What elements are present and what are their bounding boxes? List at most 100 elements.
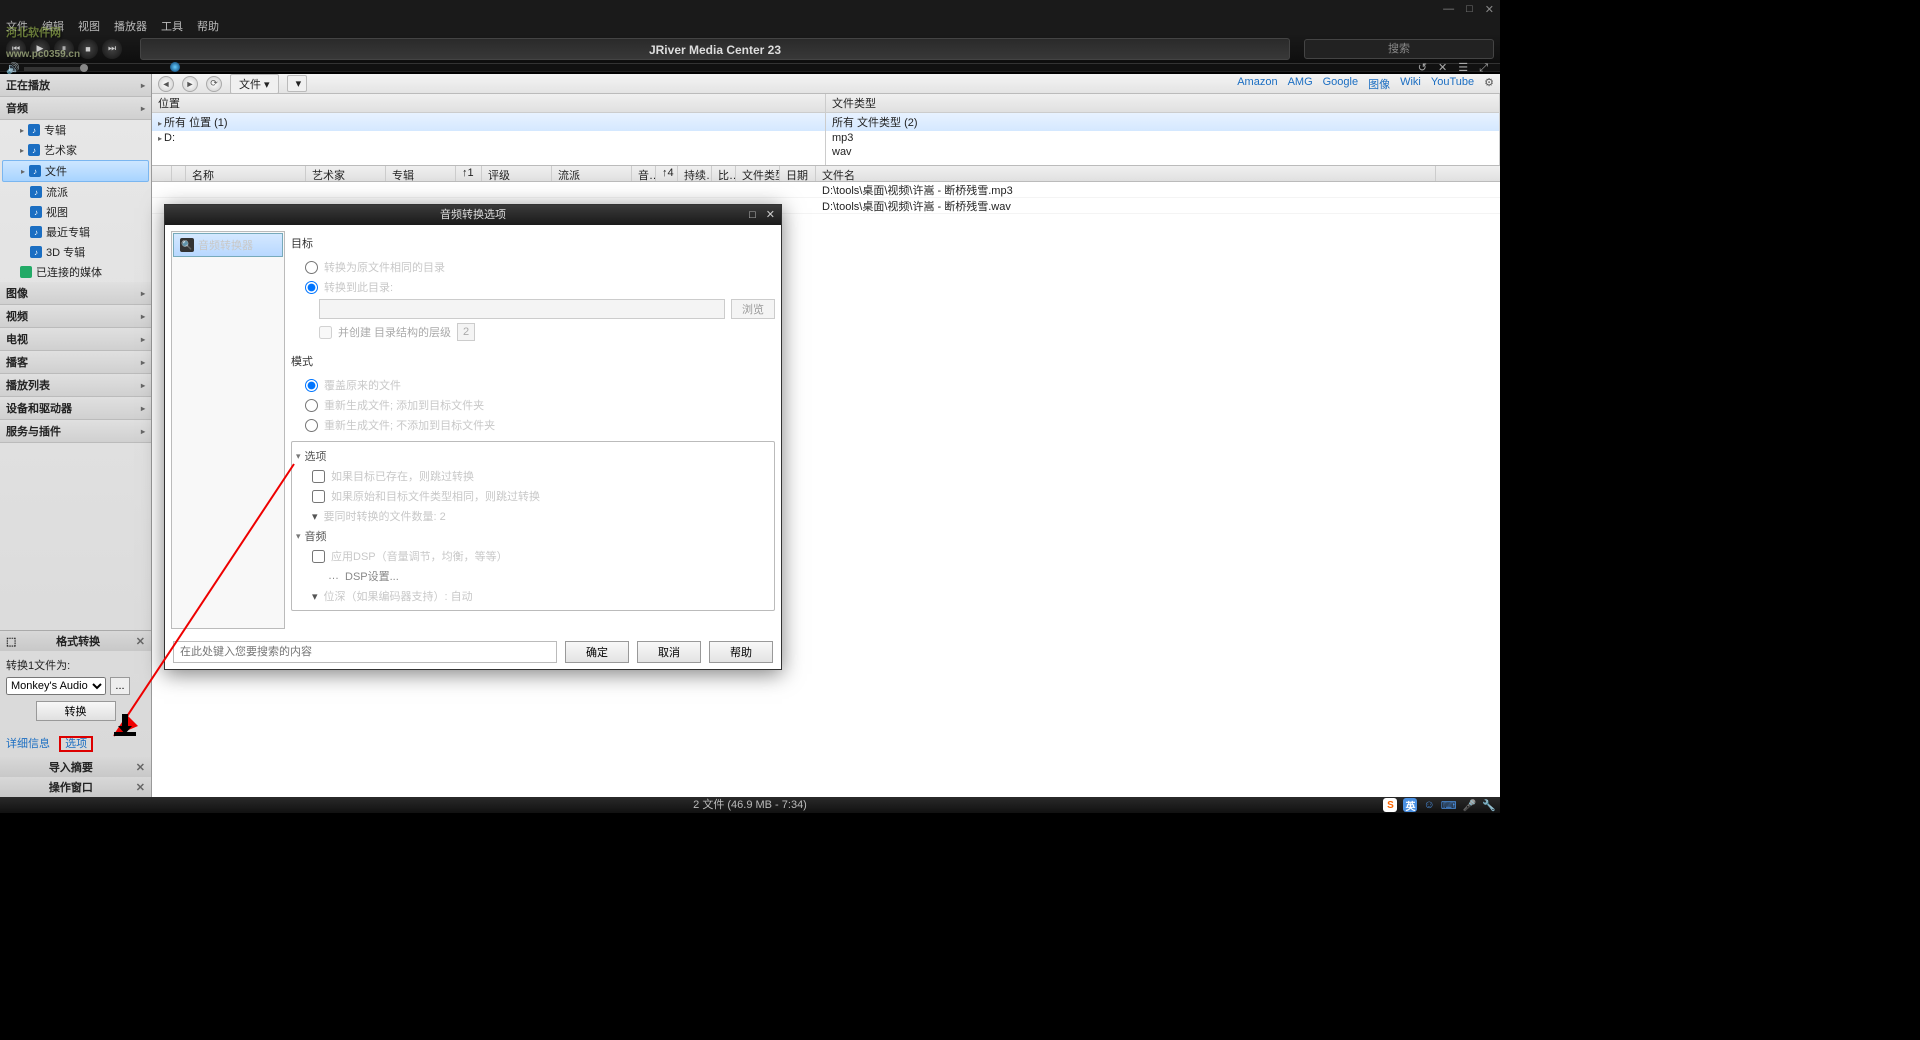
close-icon[interactable]: ✕ (136, 635, 145, 648)
sidebar-item-connected[interactable]: 已连接的媒体 (0, 262, 151, 282)
help-button[interactable]: 帮助 (709, 641, 773, 663)
audio-header[interactable]: ▾音频 (296, 526, 770, 546)
browse-button[interactable]: 浏览 (731, 299, 775, 319)
filter-row[interactable]: 所有 文件类型 (2) (826, 113, 1499, 131)
grid-col-header[interactable]: 比… (712, 166, 736, 181)
filter-filetype-header[interactable]: 文件类型 (826, 94, 1499, 113)
seek-handle[interactable] (170, 62, 180, 72)
grid-col-header[interactable]: ↑4 (656, 166, 678, 181)
table-row[interactable]: D:\tools\桌面\视频\许嵩 - 断桥残雪.mp3 (152, 182, 1500, 198)
menu-view[interactable]: 视图 (78, 18, 100, 34)
link-image[interactable]: 图像 (1368, 76, 1390, 92)
ime-emoji-icon[interactable]: ☺ (1423, 799, 1434, 811)
player-next-button[interactable]: ⏭ (102, 39, 122, 59)
sidebar-item-genre[interactable]: ♪流派 (0, 182, 151, 202)
link-amazon[interactable]: Amazon (1237, 76, 1277, 92)
radio-mode-overwrite[interactable]: 覆盖原来的文件 (291, 375, 775, 395)
sogou-ime-icon[interactable]: S (1383, 798, 1397, 812)
dialog-close-icon[interactable]: ✕ (766, 205, 775, 225)
sidebar-cat-playlist[interactable]: 播放列表▸ (0, 374, 151, 397)
grid-col-header[interactable]: 音… (632, 166, 656, 181)
menu-player[interactable]: 播放器 (114, 18, 147, 34)
sidebar-cat-tv[interactable]: 电视▸ (0, 328, 151, 351)
sidebar-item-artist[interactable]: ▸♪艺术家 (0, 140, 151, 160)
sidebar-item-view[interactable]: ♪视图 (0, 202, 151, 222)
nav-refresh-button[interactable]: ⟳ (206, 76, 222, 92)
link-wiki[interactable]: Wiki (1400, 76, 1421, 92)
sidebar-cat-devices[interactable]: 设备和驱动器▸ (0, 397, 151, 420)
opt-bitdepth[interactable]: ▾位深（如果编码器支持）: 自动 (296, 586, 770, 606)
convert-button[interactable]: 转换 (36, 701, 116, 721)
opt-skip-same[interactable]: 如果原始和目标文件类型相同，则跳过转换 (296, 486, 770, 506)
radio-mode-gen-noadd[interactable]: 重新生成文件; 不添加到目标文件夹 (291, 415, 775, 435)
opt-dsp-settings[interactable]: …DSP设置... (296, 566, 770, 586)
link-amg[interactable]: AMG (1288, 76, 1313, 92)
player-pause-button[interactable]: ⏸ (54, 39, 74, 59)
nav-fwd-button[interactable]: ► (182, 76, 198, 92)
sidebar-item-recent[interactable]: ♪最近专辑 (0, 222, 151, 242)
window-close[interactable]: ✕ (1485, 3, 1494, 16)
radio-mode-gen-add[interactable]: 重新生成文件; 添加到目标文件夹 (291, 395, 775, 415)
grid-col-header[interactable]: 文件名 (816, 166, 1436, 181)
sidebar-cat-podcast[interactable]: 播客▸ (0, 351, 151, 374)
dialog-max-icon[interactable]: □ (749, 205, 756, 225)
encoder-browse-button[interactable]: ... (110, 677, 130, 695)
link-youtube[interactable]: YouTube (1431, 76, 1474, 92)
window-minimize[interactable]: — (1443, 3, 1454, 16)
sidebar-cat-audio[interactable]: 音频▸ (0, 97, 151, 120)
ime-settings-icon[interactable]: 🔧 (1482, 799, 1496, 812)
window-maximize[interactable]: □ (1466, 3, 1473, 16)
player-prev-button[interactable]: ⏮ (6, 39, 26, 59)
radio-target-same[interactable]: 转换为原文件相同的目录 (291, 257, 775, 277)
sidebar-cat-nowplaying[interactable]: 正在播放▸ (0, 74, 151, 97)
grid-col-header[interactable] (152, 166, 172, 181)
opt-apply-dsp[interactable]: 应用DSP（音量调节，均衡，等等） (296, 546, 770, 566)
seek-mode-icons[interactable]: ↺ ✕ ☰ ⤢ (1418, 61, 1492, 75)
grid-col-header[interactable]: 日期 (780, 166, 816, 181)
menu-file[interactable]: 文件 (6, 18, 28, 34)
grid-col-header[interactable]: 流派 (552, 166, 632, 181)
sidebar-cat-image[interactable]: 图像▸ (0, 282, 151, 305)
ok-button[interactable]: 确定 (565, 641, 629, 663)
global-search-input[interactable]: 搜索 (1304, 39, 1494, 59)
menu-tools[interactable]: 工具 (161, 18, 183, 34)
grid-col-header[interactable]: 专辑 (386, 166, 456, 181)
dialog-titlebar[interactable]: 音频转换选项 □ ✕ (165, 205, 781, 225)
seek-bar[interactable]: ↺ ✕ ☰ ⤢ (0, 64, 1500, 72)
dialog-search-input[interactable] (173, 641, 557, 663)
filter-row[interactable]: ▸D: (152, 131, 825, 145)
ime-lang-icon[interactable]: 英 (1403, 798, 1417, 812)
view-dropdown[interactable]: ▾ (287, 75, 307, 92)
detail-link[interactable]: 详细信息 (6, 738, 50, 750)
close-icon[interactable]: ✕ (136, 781, 145, 794)
player-stop-button[interactable]: ■ (78, 39, 98, 59)
player-play-button[interactable]: ▶ (30, 39, 50, 59)
menu-edit[interactable]: 编辑 (42, 18, 64, 34)
opt-skip-exist[interactable]: 如果目标已存在，则跳过转换 (296, 466, 770, 486)
file-dropdown[interactable]: 文件 ▾ (230, 74, 279, 94)
encoder-select[interactable]: Monkey's Audio ... (6, 677, 106, 695)
sidebar-cat-video[interactable]: 视频▸ (0, 305, 151, 328)
filter-location-header[interactable]: 位置 (152, 94, 825, 113)
options-link[interactable]: 选项 (59, 736, 93, 752)
grid-col-header[interactable] (172, 166, 186, 181)
filter-row[interactable]: wav (826, 145, 1499, 159)
sidebar-item-files[interactable]: ▸♪文件 (2, 160, 149, 182)
nav-back-button[interactable]: ◄ (158, 76, 174, 92)
dialog-cat-audioconvert[interactable]: 🔍 音频转换器 (173, 233, 283, 257)
grid-col-header[interactable]: ↑1 (456, 166, 482, 181)
close-icon[interactable]: ✕ (136, 761, 145, 774)
grid-col-header[interactable]: 文件类型 (736, 166, 780, 181)
target-dir-input[interactable] (319, 299, 725, 319)
sidebar-item-3dalbum[interactable]: ♪3D 专辑 (0, 242, 151, 262)
grid-col-header[interactable]: 名称 (186, 166, 306, 181)
cancel-button[interactable]: 取消 (637, 641, 701, 663)
grid-col-header[interactable]: 艺术家 (306, 166, 386, 181)
sidebar-item-album[interactable]: ▸♪专辑 (0, 120, 151, 140)
ime-mic-icon[interactable]: 🎤 (1463, 799, 1477, 812)
sidebar-cat-services[interactable]: 服务与插件▸ (0, 420, 151, 443)
gear-icon[interactable]: ⚙ (1484, 76, 1494, 92)
filter-row[interactable]: ▸所有 位置 (1) (152, 113, 825, 131)
link-google[interactable]: Google (1323, 76, 1358, 92)
options-header[interactable]: ▾选项 (296, 446, 770, 466)
